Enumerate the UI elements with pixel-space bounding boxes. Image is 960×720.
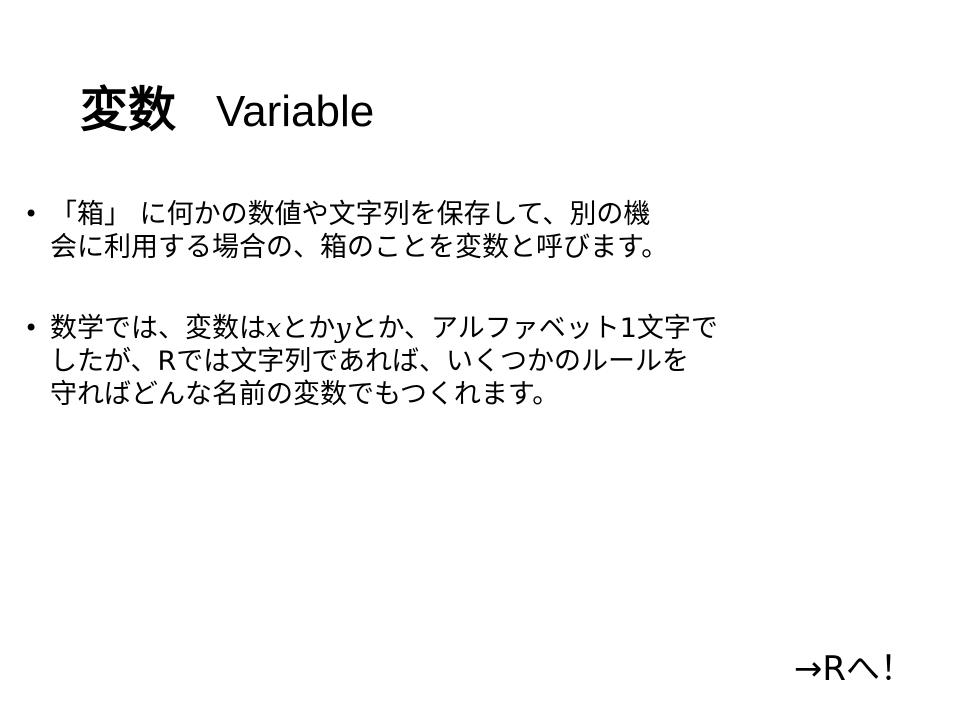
bullet-line: 会に利用する場合の、箱のことを変数と呼びます。	[50, 232, 669, 263]
slide-title: 変数 Variable	[80, 70, 374, 140]
text-segment: 数学では、変数は	[50, 313, 266, 344]
bullet-item-naming: • 数学では、変数は𝑥とか𝑦とか、アルファベット1文字で したが、Rでは文字列で…	[24, 312, 894, 411]
bullet-line: 守ればどんな名前の変数でもつくれます。	[50, 379, 560, 410]
title-japanese: 変数	[80, 82, 177, 138]
title-english: Variable	[216, 87, 375, 136]
text-segment: とか、アルファベット1文字で	[350, 313, 718, 344]
math-variable-x: 𝑥	[266, 313, 282, 344]
bullet-marker: •	[24, 200, 39, 228]
bullet-list: • 「箱」 に何かの数値や文字列を保存して、別の機 会に利用する場合の、箱のこと…	[24, 198, 894, 411]
bullet-line: 「箱」 に何かの数値や文字列を保存して、別の機	[50, 199, 651, 230]
go-to-r-link[interactable]: →Rへ！	[794, 641, 914, 690]
bullet-line: 数学では、変数は𝑥とか𝑦とか、アルファベット1文字で	[50, 312, 894, 345]
bullet-line: したが、Rでは文字列であれば、いくつかのルールを	[50, 346, 689, 377]
math-variable-y: 𝑦	[335, 313, 351, 344]
bullet-text: 「箱」 に何かの数値や文字列を保存して、別の機 会に利用する場合の、箱のことを変…	[50, 198, 894, 264]
text-segment: とか	[281, 313, 336, 344]
bullet-marker: •	[24, 314, 39, 342]
bullet-text: 数学では、変数は𝑥とか𝑦とか、アルファベット1文字で したが、Rでは文字列であれ…	[50, 312, 894, 411]
slide: 変数 Variable • 「箱」 に何かの数値や文字列を保存して、別の機 会に…	[0, 0, 960, 720]
bullet-item-box: • 「箱」 に何かの数値や文字列を保存して、別の機 会に利用する場合の、箱のこと…	[24, 198, 894, 264]
